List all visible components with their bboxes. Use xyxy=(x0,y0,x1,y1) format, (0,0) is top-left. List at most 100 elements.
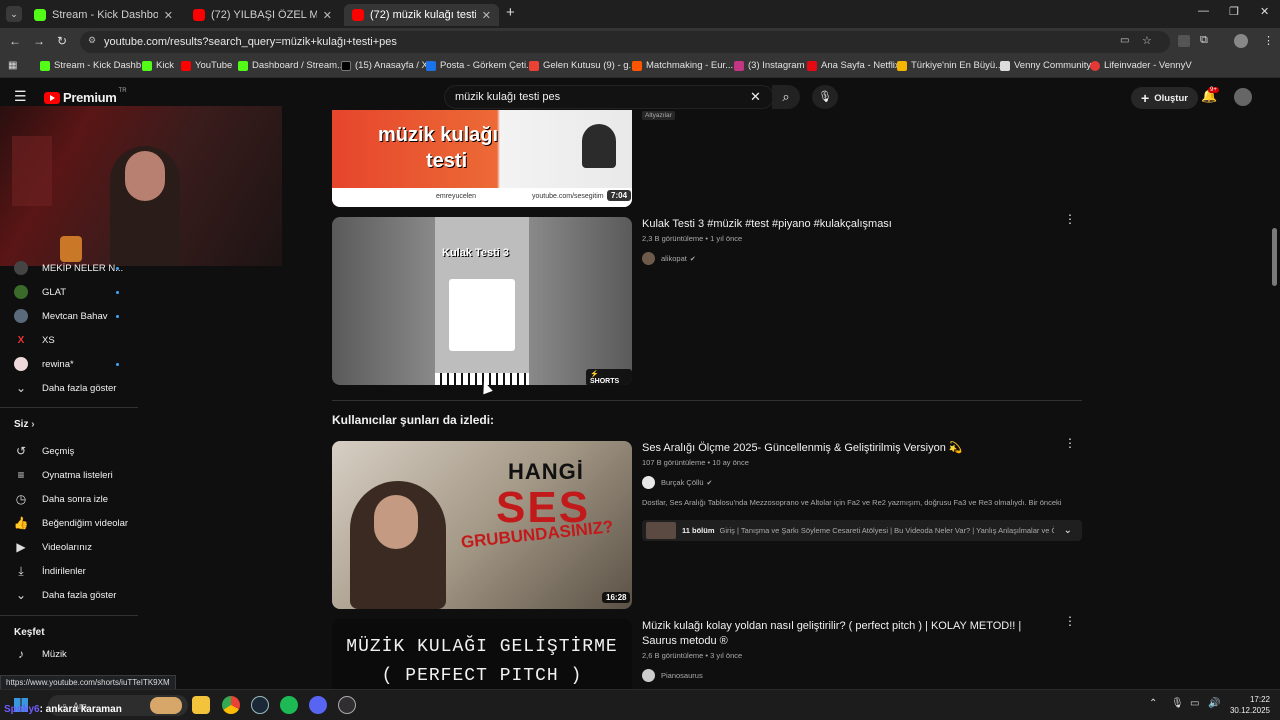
you-header-label: Siz xyxy=(14,419,29,430)
bookmark-item[interactable]: Lifeinvader - VennyV xyxy=(1090,60,1192,71)
channel-link[interactable]: Burçak Çöllü ✔ xyxy=(642,476,712,489)
sidebar-item-your-videos[interactable]: ▶ Videolarınız xyxy=(14,536,134,558)
youtube-icon xyxy=(181,60,191,71)
bookmark-item[interactable]: (3) Instagram xyxy=(734,60,805,71)
youtube-logo[interactable]: Premium TR xyxy=(44,88,127,105)
extension-icon[interactable] xyxy=(1178,35,1190,47)
bookmark-item[interactable]: Kick xyxy=(142,60,174,71)
account-avatar[interactable] xyxy=(1234,88,1252,106)
sidebar-item-music[interactable]: ♪ Müzik xyxy=(14,643,134,665)
cast-icon[interactable]: ▭ xyxy=(1120,35,1129,46)
volume-icon[interactable]: 🔊 xyxy=(1208,698,1220,709)
tab-kick-dashboard[interactable]: Stream - Kick Dashboard ✕ xyxy=(26,4,181,26)
tab-title: (72) YILBAŞI ÖZEL MEKİP KOMİ xyxy=(211,9,317,21)
new-content-dot xyxy=(116,267,119,270)
subscription-item[interactable]: X XS xyxy=(14,329,134,351)
new-content-dot xyxy=(116,363,119,366)
video-menu-icon[interactable]: ⋮ xyxy=(1064,213,1076,225)
bookmark-item[interactable]: Stream - Kick Dashb... xyxy=(40,60,149,71)
channel-link[interactable]: alikopat ✔ xyxy=(642,252,696,265)
bookmark-item[interactable]: (15) Anasayfa / X xyxy=(341,60,428,71)
clock[interactable]: 17:22 30.12.2025 xyxy=(1222,694,1270,716)
extensions-puzzle-icon[interactable]: ⧉ xyxy=(1200,34,1208,47)
bookmark-item[interactable]: Posta - Görkem Çeti... xyxy=(426,60,534,71)
channel-name: alikopat xyxy=(661,254,687,263)
video-title[interactable]: Ses Aralığı Ölçme 2025- Güncellenmiş & G… xyxy=(642,441,1052,456)
chevron-down-icon[interactable]: ⌄ xyxy=(1064,525,1072,536)
url-bar[interactable]: ⚙ youtube.com/results?search_query=müzik… xyxy=(80,31,1170,53)
video-thumbnail[interactable]: MÜZİK KULAĞI GELİŞTİRME ( PERFECT PITCH … xyxy=(332,619,632,689)
bookmark-item[interactable]: Matchmaking - Eur... xyxy=(632,60,733,71)
thumbnail-handle: emreyucelen xyxy=(436,193,477,200)
tab-list-button[interactable]: ⌄ xyxy=(6,6,22,22)
bookmark-item[interactable]: YouTube xyxy=(181,60,232,71)
sidebar-item-watch-later[interactable]: ◷ Daha sonra izle xyxy=(14,488,134,510)
chrome-icon[interactable] xyxy=(222,696,240,714)
bookmark-star-icon[interactable]: ☆ xyxy=(1142,34,1152,47)
tray-chevron-icon[interactable]: ⌃ xyxy=(1149,698,1157,709)
bookmark-item[interactable]: Ana Sayfa - Netflix xyxy=(807,60,900,71)
webcam-shelf xyxy=(12,136,52,206)
close-icon[interactable]: ✕ xyxy=(482,9,491,22)
discord-icon[interactable] xyxy=(309,696,327,714)
tab-youtube-1[interactable]: (72) YILBAŞI ÖZEL MEKİP KOMİ ✕ xyxy=(185,4,340,26)
sidebar-item-history[interactable]: ↺ Geçmiş xyxy=(14,440,134,462)
microphone-icon[interactable]: 🎙 xyxy=(1171,698,1184,709)
clear-search-icon[interactable]: ✕ xyxy=(750,89,761,105)
obs-icon[interactable] xyxy=(338,696,356,714)
menu-kebab-icon[interactable]: ⋮ xyxy=(1263,34,1274,47)
sidebar-item-liked[interactable]: 👍 Beğendiğim videolar xyxy=(14,512,134,534)
apps-grid-icon[interactable]: ▦ xyxy=(8,60,17,71)
scrollbar-thumb[interactable] xyxy=(1272,228,1277,286)
create-button[interactable]: + Oluştur xyxy=(1131,87,1198,109)
video-menu-icon[interactable]: ⋮ xyxy=(1064,437,1076,449)
url-text: youtube.com/results?search_query=müzik+k… xyxy=(104,36,397,48)
hamburger-menu-icon[interactable]: ☰ xyxy=(14,88,27,105)
profile-avatar-icon[interactable] xyxy=(1234,34,1248,48)
reload-icon[interactable]: ↻ xyxy=(57,34,67,48)
sidebar-item-playlists[interactable]: ≡ Oynatma listeleri xyxy=(14,464,134,486)
mail-icon xyxy=(426,60,436,71)
sidebar-item-downloads[interactable]: ⤓ İndirilenler xyxy=(14,560,134,582)
verified-icon: ✔ xyxy=(689,255,696,263)
video-thumbnail[interactable]: müzik kulağı testi emreyucelen youtube.c… xyxy=(332,110,632,207)
bookmark-label: Posta - Görkem Çeti... xyxy=(440,60,534,71)
video-menu-icon[interactable]: ⋮ xyxy=(1064,615,1076,627)
site-info-icon[interactable]: ⚙ xyxy=(88,35,96,46)
bookmark-item[interactable]: Dashboard / Stream... xyxy=(238,60,345,71)
new-tab-button[interactable]: + xyxy=(506,4,515,21)
webcam-face xyxy=(125,151,165,201)
show-more-button[interactable]: ⌄ Daha fazla göster xyxy=(14,377,134,399)
steam-icon[interactable] xyxy=(251,696,269,714)
bookmark-item[interactable]: Venny Community xyxy=(1000,60,1091,71)
file-explorer-icon[interactable] xyxy=(192,696,210,714)
video-title[interactable]: Kulak Testi 3 #müzik #test #piyano #kula… xyxy=(642,217,1042,232)
search-button[interactable]: ⌕ xyxy=(772,85,800,109)
chapters-row[interactable]: 11 bölüm Giriş | Tanışma ve Şarkı Söylem… xyxy=(642,520,1082,541)
voice-search-icon[interactable]: 🎙 xyxy=(812,85,838,109)
instagram-icon xyxy=(734,60,744,71)
video-title[interactable]: Müzik kulağı kolay yoldan nasıl geliştir… xyxy=(642,619,1057,649)
search-input[interactable]: müzik kulağı testi pes ✕ xyxy=(444,85,774,109)
forward-icon[interactable]: → xyxy=(33,34,45,48)
minimize-button[interactable]: — xyxy=(1198,5,1209,17)
tab-youtube-active[interactable]: (72) müzik kulağı testi pes - Yo ✕ xyxy=(344,4,499,26)
page-scrollbar[interactable] xyxy=(1271,116,1278,688)
bookmark-item[interactable]: Türkiye'nin En Büyü... xyxy=(897,60,1003,71)
close-window-button[interactable]: ✕ xyxy=(1260,5,1269,18)
video-thumbnail[interactable]: Kulak Testi 3 ⚡ SHORTS xyxy=(332,217,632,385)
close-icon[interactable]: ✕ xyxy=(323,9,332,22)
download-icon: ⤓ xyxy=(18,563,24,578)
back-icon[interactable]: ← xyxy=(9,34,21,48)
channel-link[interactable]: Pianosaurus xyxy=(642,669,703,682)
you-section-header[interactable]: Siz › xyxy=(14,419,35,430)
show-more-button[interactable]: ⌄ Daha fazla göster xyxy=(14,584,134,606)
close-icon[interactable]: ✕ xyxy=(164,9,173,22)
bookmark-item[interactable]: Gelen Kutusu (9) - g... xyxy=(529,60,636,71)
restore-button[interactable]: ❐ xyxy=(1229,5,1239,18)
channel-avatar xyxy=(14,309,28,323)
subscription-label: MEKİP NELER N... xyxy=(42,262,124,274)
spotify-icon[interactable] xyxy=(280,696,298,714)
video-thumbnail[interactable]: HANGİ SES GRUBUNDASINIZ? 16:28 xyxy=(332,441,632,609)
display-icon[interactable]: ▭ xyxy=(1190,698,1199,709)
